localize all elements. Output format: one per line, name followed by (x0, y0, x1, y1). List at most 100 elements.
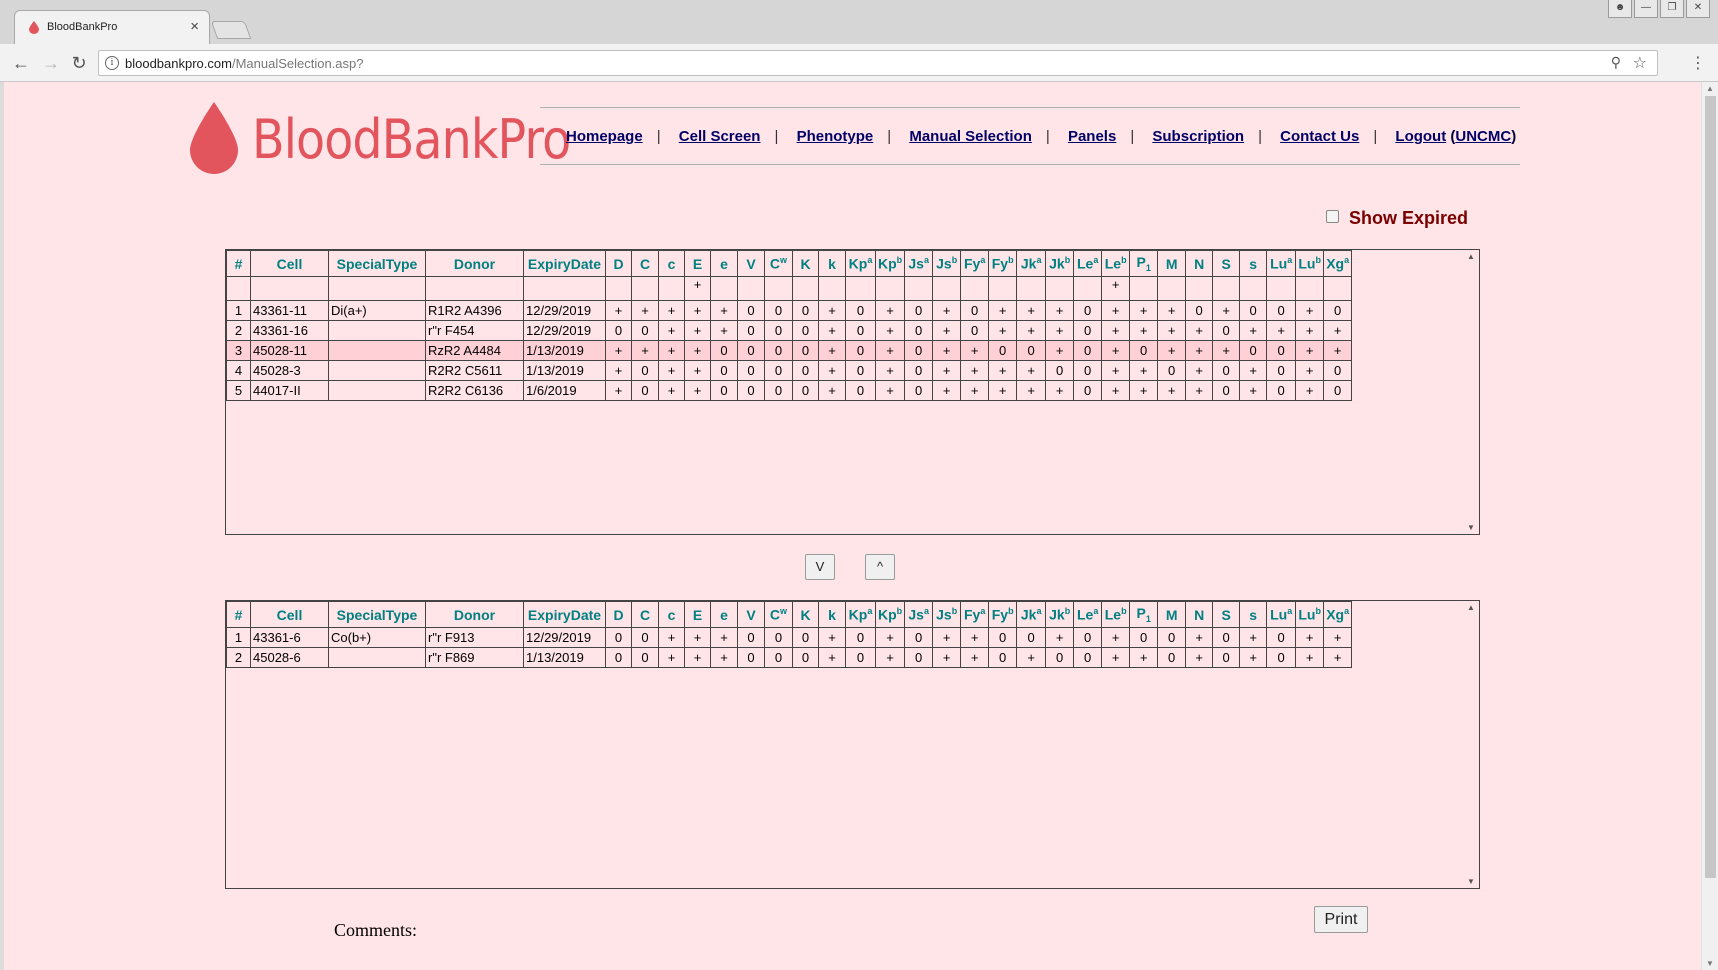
column-header[interactable]: Jsa (904, 250, 934, 277)
filter-cell[interactable]: + (684, 276, 711, 301)
column-header[interactable]: e (710, 250, 738, 277)
filter-cell[interactable] (1295, 276, 1325, 301)
filter-cell[interactable] (523, 276, 606, 301)
column-header[interactable]: E (684, 250, 711, 277)
nav-cell-screen[interactable]: Cell Screen (679, 128, 761, 145)
column-header[interactable]: S (1212, 250, 1241, 277)
column-header[interactable]: M (1157, 250, 1187, 277)
move-up-button[interactable]: ^ (865, 554, 895, 580)
column-header[interactable]: Lea (1073, 250, 1103, 277)
column-header[interactable]: SpecialType (328, 250, 426, 277)
account-name[interactable]: UNCMC (1455, 128, 1511, 145)
column-header[interactable]: c (658, 601, 685, 628)
filter-cell[interactable] (658, 276, 685, 301)
user-icon[interactable]: ☻ (1608, 0, 1632, 18)
column-header[interactable]: Fya (960, 250, 990, 277)
column-header[interactable]: s (1239, 250, 1268, 277)
column-header[interactable]: Lua (1266, 601, 1297, 628)
filter-cell[interactable] (988, 276, 1018, 301)
filter-cell[interactable] (1323, 276, 1353, 301)
page-scroll-thumb[interactable] (1705, 96, 1716, 878)
column-header[interactable]: Kpa (845, 250, 876, 277)
column-header[interactable]: D (605, 250, 632, 277)
column-header[interactable]: Jkb (1045, 601, 1075, 628)
column-header[interactable]: N (1185, 601, 1214, 628)
column-header[interactable]: Kpa (845, 601, 876, 628)
filter-cell[interactable]: + (1101, 276, 1131, 301)
selected-cells-grid[interactable]: # Cell SpecialType Donor ExpiryDate D Cc Ee V Cw K… (225, 600, 1480, 889)
selected-cell-row[interactable]: 2 45028-6 r"r F869 1/13/2019 0 0 + + +0 0 0 +0 +0 + +0… (226, 647, 1353, 668)
available-cell-row[interactable]: 4 45028-3 R2R2 C5611 1/13/2019 +0 + +0 0 0 0 +0 +0 +… (226, 360, 1353, 381)
filter-cell[interactable] (1129, 276, 1159, 301)
column-header[interactable]: Jka (1016, 601, 1047, 628)
filter-cell[interactable] (1045, 276, 1075, 301)
filter-cell[interactable] (845, 276, 876, 301)
nav-subscription[interactable]: Subscription (1152, 128, 1244, 145)
column-header[interactable]: ExpiryDate (523, 250, 606, 277)
column-header[interactable]: Fyb (988, 250, 1018, 277)
column-header[interactable]: ExpiryDate (523, 601, 606, 628)
column-header[interactable]: E (684, 601, 711, 628)
column-header[interactable]: k (818, 601, 846, 628)
column-header[interactable]: s (1239, 601, 1268, 628)
page-scroll-up-icon[interactable]: ▲ (1706, 84, 1714, 93)
filter-cell[interactable] (605, 276, 632, 301)
filter-cell[interactable] (328, 276, 426, 301)
available-cell-row[interactable]: 1 43361-11 Di(a+) R1R2 A4396 12/29/2019 + + + + +… (226, 300, 1353, 321)
grid-scrollbar[interactable]: ▲ ▼ (1463, 601, 1479, 888)
column-header[interactable]: P1 (1129, 601, 1159, 628)
browser-tab[interactable]: BloodBankPro × (14, 10, 210, 44)
column-header[interactable]: Fya (960, 601, 990, 628)
nav-logout[interactable]: Logout (1395, 128, 1446, 145)
column-header[interactable]: C (631, 601, 659, 628)
column-header[interactable]: Jkb (1045, 250, 1075, 277)
filter-cell[interactable] (904, 276, 934, 301)
filter-cell[interactable] (1239, 276, 1268, 301)
filter-cell[interactable] (1266, 276, 1297, 301)
selected-cell-row[interactable]: 1 43361-6 Co(b+) r"r F913 12/29/2019 0 0 + + +0 0 0… (226, 627, 1353, 648)
column-header[interactable]: Jsb (932, 601, 962, 628)
back-arrow-icon[interactable]: ← (10, 52, 32, 74)
column-header[interactable]: Donor (425, 601, 524, 628)
forward-arrow-icon[interactable]: → (40, 52, 62, 74)
reload-icon[interactable]: ↻ (68, 52, 90, 74)
scroll-up-icon[interactable]: ▲ (1467, 603, 1475, 612)
close-tab-icon[interactable]: × (190, 18, 199, 35)
nav-panels[interactable]: Panels (1068, 128, 1116, 145)
move-down-button[interactable]: V (805, 554, 835, 580)
column-header[interactable]: Kpb (874, 250, 906, 277)
print-button[interactable]: Print (1314, 906, 1368, 933)
url-text[interactable]: bloodbankpro.com/ManualSelection.asp? (125, 56, 364, 71)
filter-cell[interactable] (818, 276, 846, 301)
column-header[interactable]: Kpb (874, 601, 906, 628)
column-header[interactable]: Fyb (988, 601, 1018, 628)
column-header[interactable]: Cw (764, 601, 793, 628)
scroll-down-icon[interactable]: ▼ (1467, 523, 1475, 532)
filter-cell[interactable] (1157, 276, 1187, 301)
column-header[interactable]: C (631, 250, 659, 277)
column-header[interactable]: SpecialType (328, 601, 426, 628)
available-cell-row[interactable]: 2 43361-16 r"r F454 12/29/2019 0 0 + + +0 0 0 +0 +0 +… (226, 320, 1353, 341)
info-icon[interactable]: i (105, 56, 119, 70)
filter-cell[interactable] (1073, 276, 1103, 301)
column-header[interactable]: S (1212, 601, 1241, 628)
filter-cell[interactable] (1212, 276, 1241, 301)
column-header[interactable]: D (605, 601, 632, 628)
available-cell-row[interactable]: 3 45028-11 RzR2 A4484 1/13/2019 + + + +0 0 0 0 +0 +0… (226, 340, 1353, 361)
filter-cell[interactable] (792, 276, 819, 301)
show-expired-checkbox[interactable] (1326, 209, 1339, 223)
column-header[interactable]: N (1185, 250, 1214, 277)
zoom-icon[interactable]: ⚲ (1611, 54, 1621, 71)
address-bar[interactable]: i bloodbankpro.com/ManualSelection.asp? … (98, 50, 1658, 76)
filter-cell[interactable] (960, 276, 990, 301)
filter-cell[interactable] (1185, 276, 1214, 301)
filter-cell[interactable] (710, 276, 738, 301)
scroll-down-icon[interactable]: ▼ (1467, 877, 1475, 886)
filter-cell[interactable] (226, 276, 251, 301)
column-header[interactable]: Cw (764, 250, 793, 277)
filter-row[interactable]: + + (226, 276, 1353, 301)
column-header[interactable]: k (818, 250, 846, 277)
column-header[interactable]: V (737, 601, 765, 628)
column-header[interactable]: K (792, 250, 819, 277)
filter-cell[interactable] (1016, 276, 1047, 301)
